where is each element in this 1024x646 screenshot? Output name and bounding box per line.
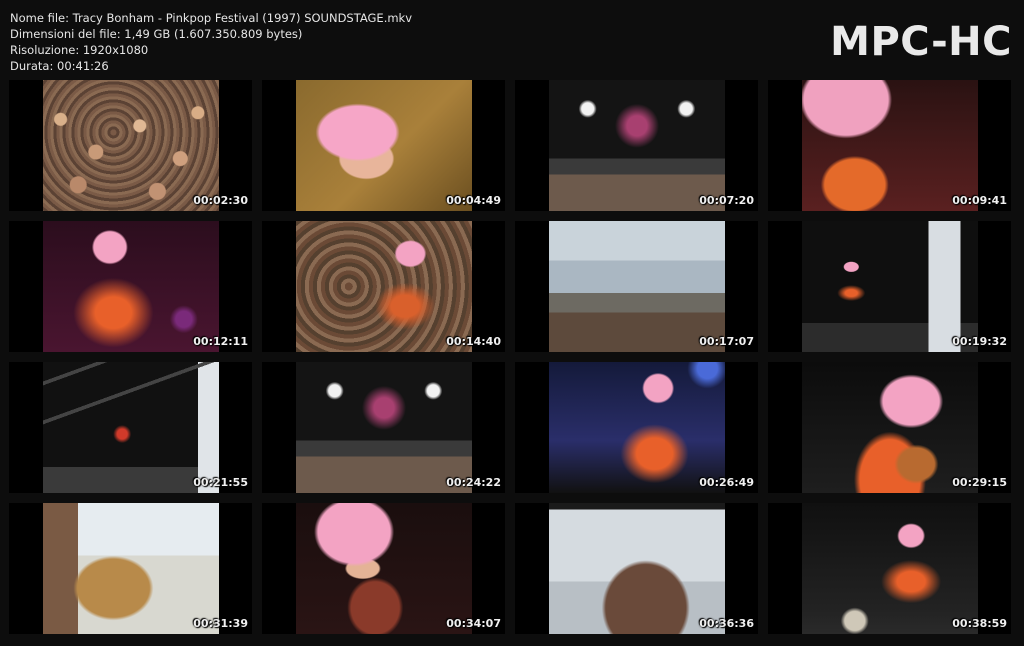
video-frame <box>802 221 978 352</box>
timestamp-label: 00:09:41 <box>952 194 1007 207</box>
thumbnail-tile: 00:21:55 <box>9 362 252 493</box>
timestamp-label: 00:04:49 <box>446 194 501 207</box>
video-frame <box>43 362 219 493</box>
video-frame <box>549 80 725 211</box>
timestamp-label: 00:02:30 <box>193 194 248 207</box>
filesize-text: Dimensioni del file: 1,49 GB (1.607.350.… <box>10 27 303 41</box>
thumbnail-tile: 00:12:11 <box>9 221 252 352</box>
timestamp-label: 00:17:07 <box>699 335 754 348</box>
video-frame <box>296 503 472 634</box>
thumbnail-tile: 00:07:20 <box>515 80 758 211</box>
thumbnail-tile: 00:36:36 <box>515 503 758 634</box>
thumbnail-tile: 00:14:40 <box>262 221 505 352</box>
video-frame <box>43 80 219 211</box>
thumbnail-tile: 00:04:49 <box>262 80 505 211</box>
header: Nome file: Tracy Bonham - Pinkpop Festiv… <box>0 0 1024 78</box>
timestamp-label: 00:12:11 <box>193 335 248 348</box>
timestamp-label: 00:24:22 <box>446 476 501 489</box>
timestamp-label: 00:36:36 <box>699 617 754 630</box>
file-info: Nome file: Tracy Bonham - Pinkpop Festiv… <box>10 10 412 74</box>
video-frame <box>802 503 978 634</box>
timestamp-label: 00:21:55 <box>193 476 248 489</box>
timestamp-label: 00:34:07 <box>446 617 501 630</box>
duration-text: Durata: 00:41:26 <box>10 59 109 73</box>
video-frame <box>296 80 472 211</box>
timestamp-label: 00:07:20 <box>699 194 754 207</box>
timestamp-label: 00:19:32 <box>952 335 1007 348</box>
video-frame <box>802 362 978 493</box>
thumbnail-sheet: Nome file: Tracy Bonham - Pinkpop Festiv… <box>0 0 1024 646</box>
video-frame <box>43 221 219 352</box>
resolution-text: Risoluzione: 1920x1080 <box>10 43 149 57</box>
thumbnail-tile: 00:38:59 <box>768 503 1011 634</box>
timestamp-label: 00:14:40 <box>446 335 501 348</box>
timestamp-label: 00:29:15 <box>952 476 1007 489</box>
video-frame <box>549 503 725 634</box>
thumbnail-tile: 00:17:07 <box>515 221 758 352</box>
video-frame <box>296 221 472 352</box>
thumbnail-tile: 00:19:32 <box>768 221 1011 352</box>
thumbnail-tile: 00:29:15 <box>768 362 1011 493</box>
filename-text: Nome file: Tracy Bonham - Pinkpop Festiv… <box>10 11 413 25</box>
video-frame <box>296 362 472 493</box>
timestamp-label: 00:31:39 <box>193 617 248 630</box>
video-frame <box>549 362 725 493</box>
video-frame <box>802 80 978 211</box>
thumbnail-tile: 00:02:30 <box>9 80 252 211</box>
video-frame <box>549 221 725 352</box>
thumbnail-tile: 00:24:22 <box>262 362 505 493</box>
thumbnail-grid: 00:02:30 00:04:49 00:07:20 00:09:41 00:12:11… <box>9 80 1015 634</box>
timestamp-label: 00:38:59 <box>952 617 1007 630</box>
thumbnail-tile: 00:34:07 <box>262 503 505 634</box>
mpc-hc-logo: MPC-HC <box>830 19 1012 65</box>
video-frame <box>43 503 219 634</box>
timestamp-label: 00:26:49 <box>699 476 754 489</box>
thumbnail-tile: 00:31:39 <box>9 503 252 634</box>
thumbnail-tile: 00:09:41 <box>768 80 1011 211</box>
thumbnail-tile: 00:26:49 <box>515 362 758 493</box>
